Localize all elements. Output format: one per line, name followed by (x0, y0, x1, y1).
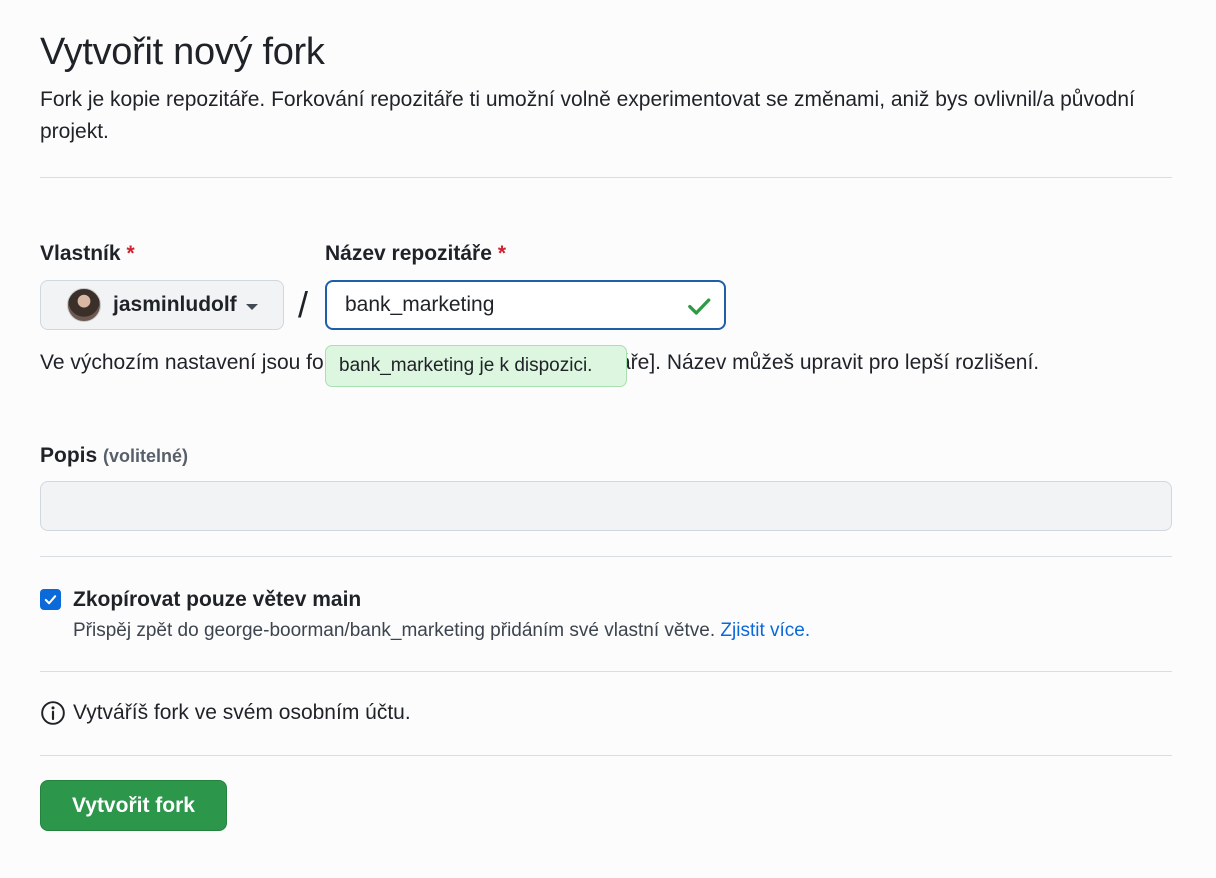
repo-name-label-text: Název repozitáře (325, 242, 492, 265)
description-label: Popis (volitelné) (40, 442, 188, 470)
repo-name-field (325, 280, 726, 330)
description-label-text: Popis (40, 444, 98, 467)
create-fork-button[interactable]: Vytvořit fork (40, 780, 227, 831)
availability-tooltip: bank_marketing je k dispozici. (325, 345, 627, 387)
page-title: Vytvořit nový fork (40, 31, 325, 73)
info-message: Vytváříš fork ve svém osobním účtu. (40, 700, 411, 726)
chevron-down-icon (245, 303, 258, 310)
divider (40, 755, 1172, 756)
owner-name: jasminludolf (113, 293, 237, 316)
owner-label-text: Vlastník (40, 242, 121, 265)
check-icon (688, 298, 711, 315)
copy-main-branch-note-text: Přispěj zpět do george-boorman/bank_mark… (73, 620, 716, 641)
info-text: Vytváříš fork ve svém osobním účtu. (73, 701, 411, 724)
divider (40, 671, 1172, 672)
copy-main-branch-note: Přispěj zpět do george-boorman/bank_mark… (73, 618, 810, 644)
copy-main-branch-label[interactable]: Zkopírovat pouze větev main (73, 586, 361, 614)
optional-tag: (volitelné) (103, 446, 189, 466)
owner-repo-separator: / (298, 284, 309, 325)
learn-more-link[interactable]: Zjistit více. (720, 620, 810, 641)
copy-main-branch-checkbox[interactable] (40, 589, 61, 610)
owner-dropdown[interactable]: jasminludolf (40, 280, 284, 330)
repo-name-label: Název repozitáře * (325, 240, 506, 268)
repo-name-input[interactable] (327, 284, 677, 326)
avatar (67, 288, 101, 322)
info-icon (41, 701, 65, 725)
required-mark: * (126, 242, 135, 265)
owner-label: Vlastník * (40, 240, 135, 268)
description-input[interactable] (40, 481, 1172, 531)
divider (40, 556, 1172, 557)
checkmark-icon (44, 595, 57, 605)
divider (40, 177, 1172, 178)
required-mark: * (497, 242, 507, 265)
page-intro: Fork je kopie repozitáře. Forkování repo… (40, 88, 1135, 143)
